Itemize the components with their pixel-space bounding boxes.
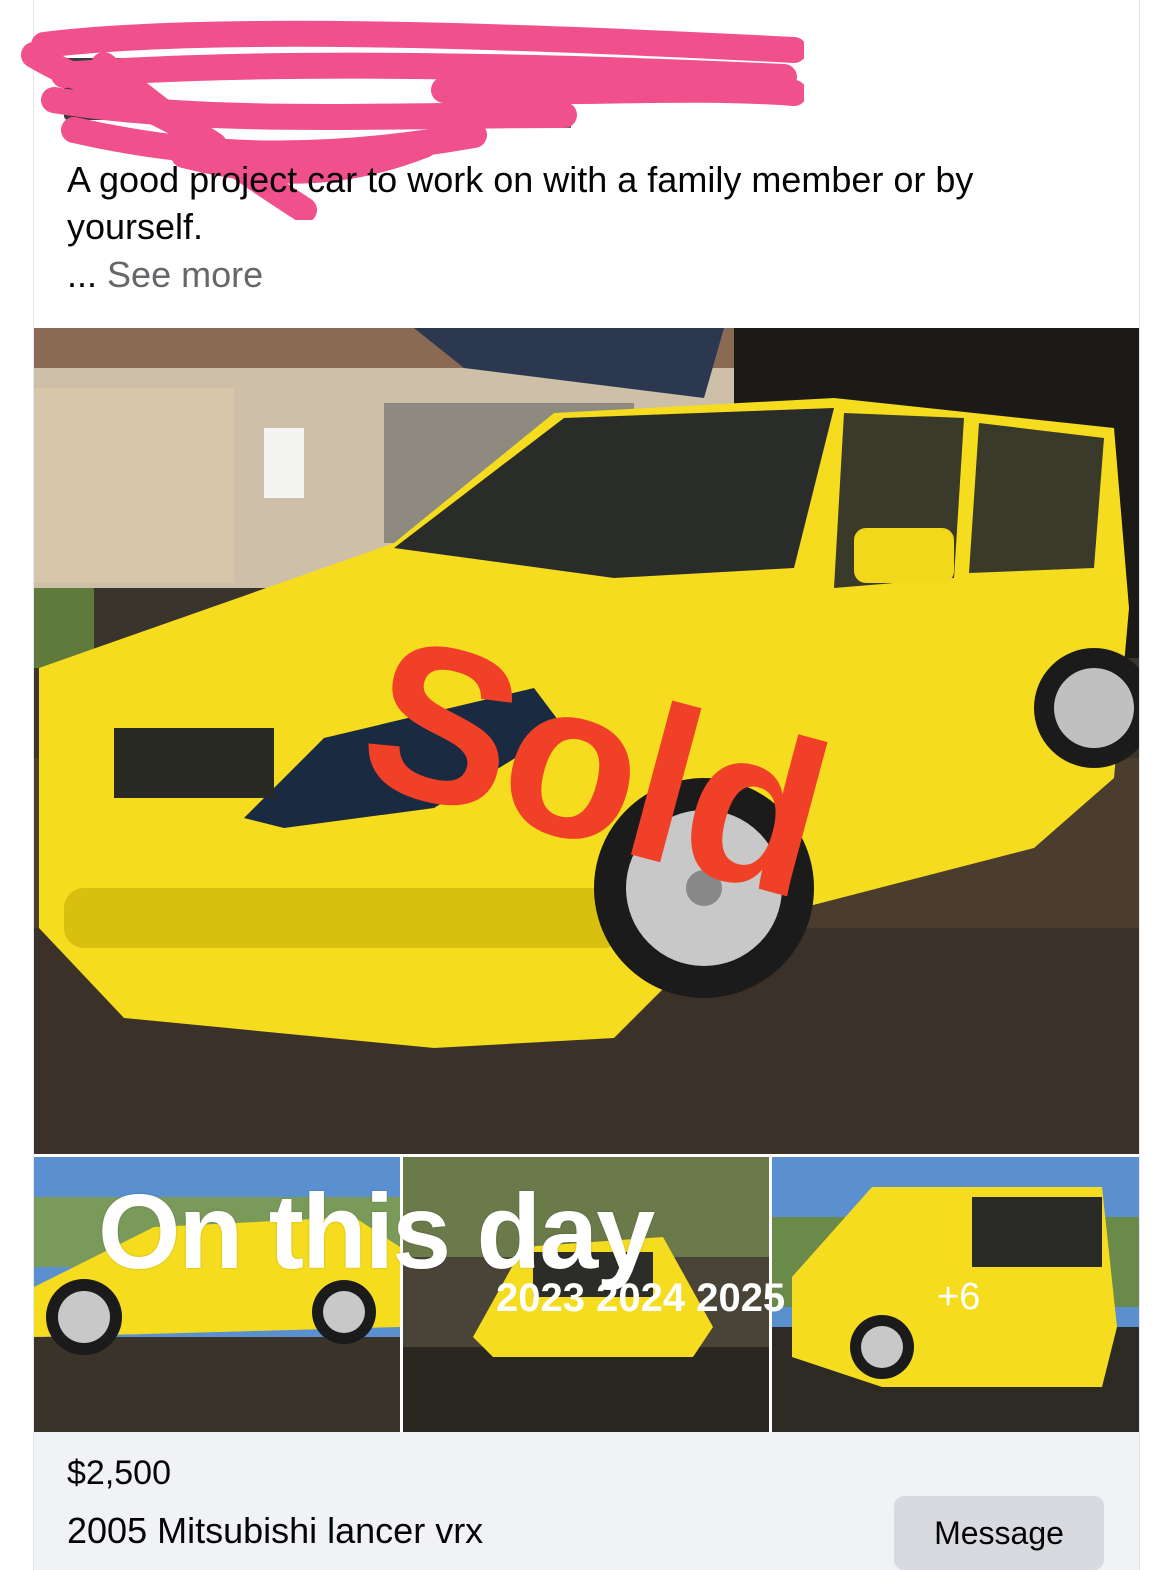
message-button[interactable]: Message (894, 1496, 1104, 1570)
see-more-row: ... See more (67, 254, 263, 296)
ellipsis: ... (67, 254, 98, 295)
on-this-day-years: 2023 2024 2025 (496, 1276, 786, 1320)
listing-title[interactable]: 2005 Mitsubishi lancer vrx (67, 1510, 483, 1552)
post-body-text: A good project car to work on with a fam… (67, 159, 974, 247)
on-this-day-overlay: On this day (98, 1173, 655, 1291)
listing-footer: $2,500 2005 Mitsubishi lancer vrx Messag… (34, 1432, 1139, 1570)
more-photos-count[interactable]: +6 (937, 1276, 980, 1319)
marketplace-post: 6 m · A good project car to work on with… (21, 0, 1140, 1570)
see-more-link[interactable]: See more (107, 254, 263, 295)
listing-price: $2,500 (67, 1454, 171, 1492)
post-header: 6 m · A good project car to work on with… (21, 0, 1139, 295)
